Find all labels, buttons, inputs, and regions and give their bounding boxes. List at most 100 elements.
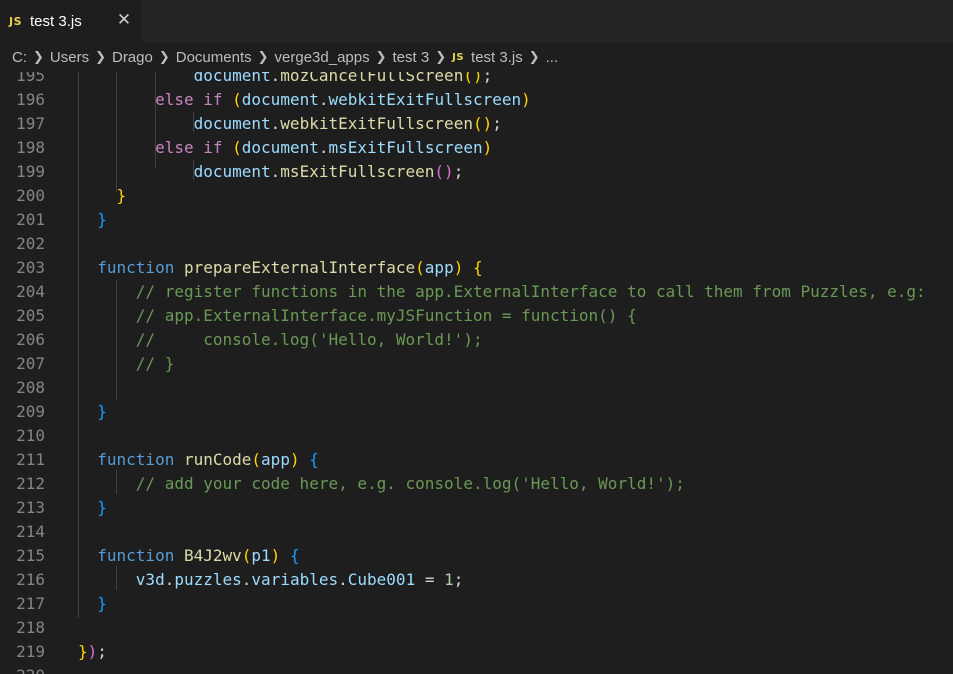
code-token: } bbox=[116, 186, 127, 205]
code-token: ) bbox=[270, 546, 281, 565]
code-token: ) bbox=[289, 450, 300, 469]
code-token: mozCancelFullScreen bbox=[280, 72, 464, 85]
code-line: 215 function B4J2wv(p1) { bbox=[0, 544, 953, 568]
code-token: ; bbox=[97, 642, 107, 661]
code-token: Cube001 bbox=[347, 570, 416, 589]
code-token: document bbox=[193, 72, 271, 85]
code-line: 195 document.mozCancelFullScreen(); bbox=[0, 72, 953, 88]
tab-bar: JS test 3.js ✕ bbox=[0, 0, 953, 42]
code-line: 206 // console.log('Hello, World!'); bbox=[0, 328, 953, 352]
code-token: . bbox=[270, 162, 281, 181]
line-number: 202 bbox=[16, 234, 45, 253]
code-token: () bbox=[463, 72, 483, 85]
chevron-right-icon: ❯ bbox=[95, 49, 106, 65]
line-number: 215 bbox=[16, 546, 45, 565]
line-number: 208 bbox=[16, 378, 45, 397]
line-number: 195 bbox=[16, 72, 45, 85]
code-token: ( bbox=[415, 258, 425, 277]
code-text: else if (document.msExitFullscreen) bbox=[78, 136, 492, 160]
code-token: // console.log('Hello, World!'); bbox=[135, 330, 483, 349]
breadcrumb-item[interactable]: Drago bbox=[112, 49, 153, 66]
breadcrumb-item[interactable]: verge3d_apps bbox=[275, 49, 370, 66]
code-text: // } bbox=[78, 352, 175, 376]
code-token: ( bbox=[232, 90, 242, 109]
code-token: () bbox=[434, 162, 454, 181]
code-token: } bbox=[97, 594, 107, 613]
code-line: 218 bbox=[0, 616, 953, 640]
code-token: else if bbox=[155, 138, 223, 157]
code-token: v3d bbox=[135, 570, 165, 589]
code-token: msExitFullscreen bbox=[328, 138, 483, 157]
code-token: p1 bbox=[251, 546, 271, 565]
breadcrumb-item[interactable]: Documents bbox=[176, 49, 252, 66]
code-line: 214 bbox=[0, 520, 953, 544]
code-token: 1 bbox=[444, 570, 454, 589]
code-line: 211 function runCode(app) { bbox=[0, 448, 953, 472]
code-text: document.webkitExitFullscreen(); bbox=[78, 112, 502, 136]
code-token: app bbox=[261, 450, 290, 469]
line-number: 218 bbox=[16, 618, 45, 637]
code-line: 208 bbox=[0, 376, 953, 400]
code-token: . bbox=[338, 570, 348, 589]
code-line: 197 document.webkitExitFullscreen(); bbox=[0, 112, 953, 136]
code-text: function B4J2wv(p1) { bbox=[78, 544, 299, 568]
breadcrumb-file[interactable]: test 3.js bbox=[471, 49, 523, 66]
breadcrumb-more[interactable]: ... bbox=[546, 49, 559, 66]
code-token: puzzles bbox=[174, 570, 242, 589]
chevron-right-icon: ❯ bbox=[528, 49, 540, 65]
code-text: } bbox=[78, 184, 127, 208]
code-token: . bbox=[270, 72, 281, 85]
line-number: 205 bbox=[16, 306, 45, 325]
code-token: ( bbox=[251, 450, 262, 469]
line-number: 210 bbox=[16, 426, 45, 445]
code-token: document bbox=[241, 90, 319, 109]
code-text: function prepareExternalInterface(app) { bbox=[78, 256, 482, 280]
line-number: 213 bbox=[16, 498, 45, 517]
code-line: 202 bbox=[0, 232, 953, 256]
code-text: // add your code here, e.g. console.log(… bbox=[78, 472, 685, 496]
code-token: } bbox=[78, 642, 88, 661]
tab-label: test 3.js bbox=[30, 12, 82, 30]
line-number: 217 bbox=[16, 594, 45, 613]
code-editor[interactable]: 195 document.mozCancelFullScreen(); 196 e… bbox=[0, 72, 953, 674]
chevron-right-icon: ❯ bbox=[158, 49, 170, 65]
line-number: 204 bbox=[16, 282, 45, 301]
code-token: // app.ExternalInterface.myJSFunction = … bbox=[135, 306, 637, 325]
line-number: 212 bbox=[16, 474, 45, 493]
code-text: v3d.puzzles.variables.Cube001 = 1; bbox=[78, 568, 464, 592]
code-line: 210 bbox=[0, 424, 953, 448]
tab-test-3-js[interactable]: JS test 3.js ✕ bbox=[0, 0, 142, 42]
code-token: = bbox=[415, 570, 445, 589]
code-text: document.msExitFullscreen(); bbox=[78, 160, 464, 184]
code-text: // app.ExternalInterface.myJSFunction = … bbox=[78, 304, 637, 328]
javascript-file-icon: JS bbox=[9, 14, 23, 28]
code-line: 212 // add your code here, e.g. console.… bbox=[0, 472, 953, 496]
code-line: 200 } bbox=[0, 184, 953, 208]
breadcrumb: C: ❯ Users ❯ Drago ❯ Documents ❯ verge3d… bbox=[0, 42, 953, 72]
breadcrumb-item[interactable]: Users bbox=[50, 49, 89, 66]
code-text: document.mozCancelFullScreen(); bbox=[78, 72, 493, 88]
code-text: // register functions in the app.Externa… bbox=[78, 280, 926, 304]
breadcrumb-item[interactable]: C: bbox=[12, 49, 27, 66]
code-token: function bbox=[97, 546, 175, 565]
line-number: 220 bbox=[0, 664, 45, 674]
line-number: 197 bbox=[16, 114, 45, 133]
code-token: { bbox=[309, 450, 319, 469]
close-icon[interactable]: ✕ bbox=[114, 10, 134, 30]
code-line: 199 document.msExitFullscreen(); bbox=[0, 160, 953, 184]
code-token: . bbox=[241, 570, 252, 589]
code-token: ) bbox=[482, 138, 493, 157]
breadcrumb-item[interactable]: test 3 bbox=[393, 49, 430, 66]
